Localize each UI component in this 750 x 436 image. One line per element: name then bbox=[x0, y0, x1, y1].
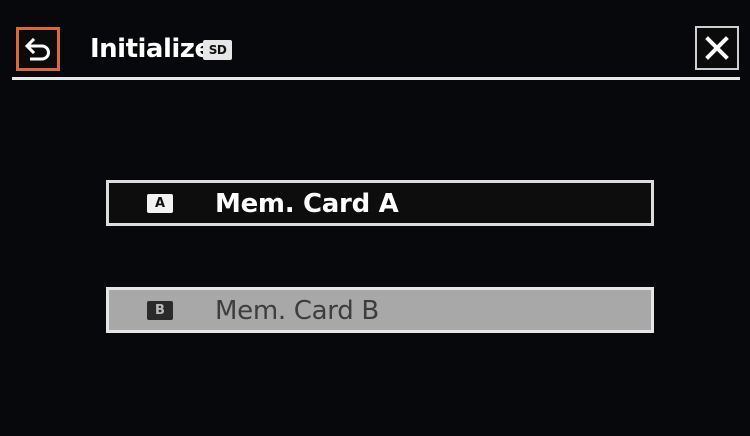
header-divider bbox=[12, 77, 740, 80]
mem-card-a-label: Mem. Card A bbox=[215, 189, 399, 219]
mem-card-b-label: Mem. Card B bbox=[215, 296, 379, 326]
card-slot-b-icon: B bbox=[147, 301, 173, 320]
back-button[interactable] bbox=[16, 27, 60, 71]
card-slot-a-icon: A bbox=[147, 194, 173, 213]
page-title: Initialize bbox=[90, 34, 212, 64]
header: Initialize SD bbox=[0, 0, 750, 80]
close-x-icon bbox=[705, 36, 729, 60]
sd-card-badge: SD bbox=[203, 40, 232, 60]
back-arrow-icon bbox=[24, 36, 52, 62]
initialize-screen: Initialize SD A Mem. Card A B Mem. Card … bbox=[0, 0, 750, 436]
mem-card-b-option[interactable]: B Mem. Card B bbox=[106, 287, 654, 333]
mem-card-a-option[interactable]: A Mem. Card A bbox=[106, 180, 654, 226]
close-button[interactable] bbox=[695, 26, 739, 70]
